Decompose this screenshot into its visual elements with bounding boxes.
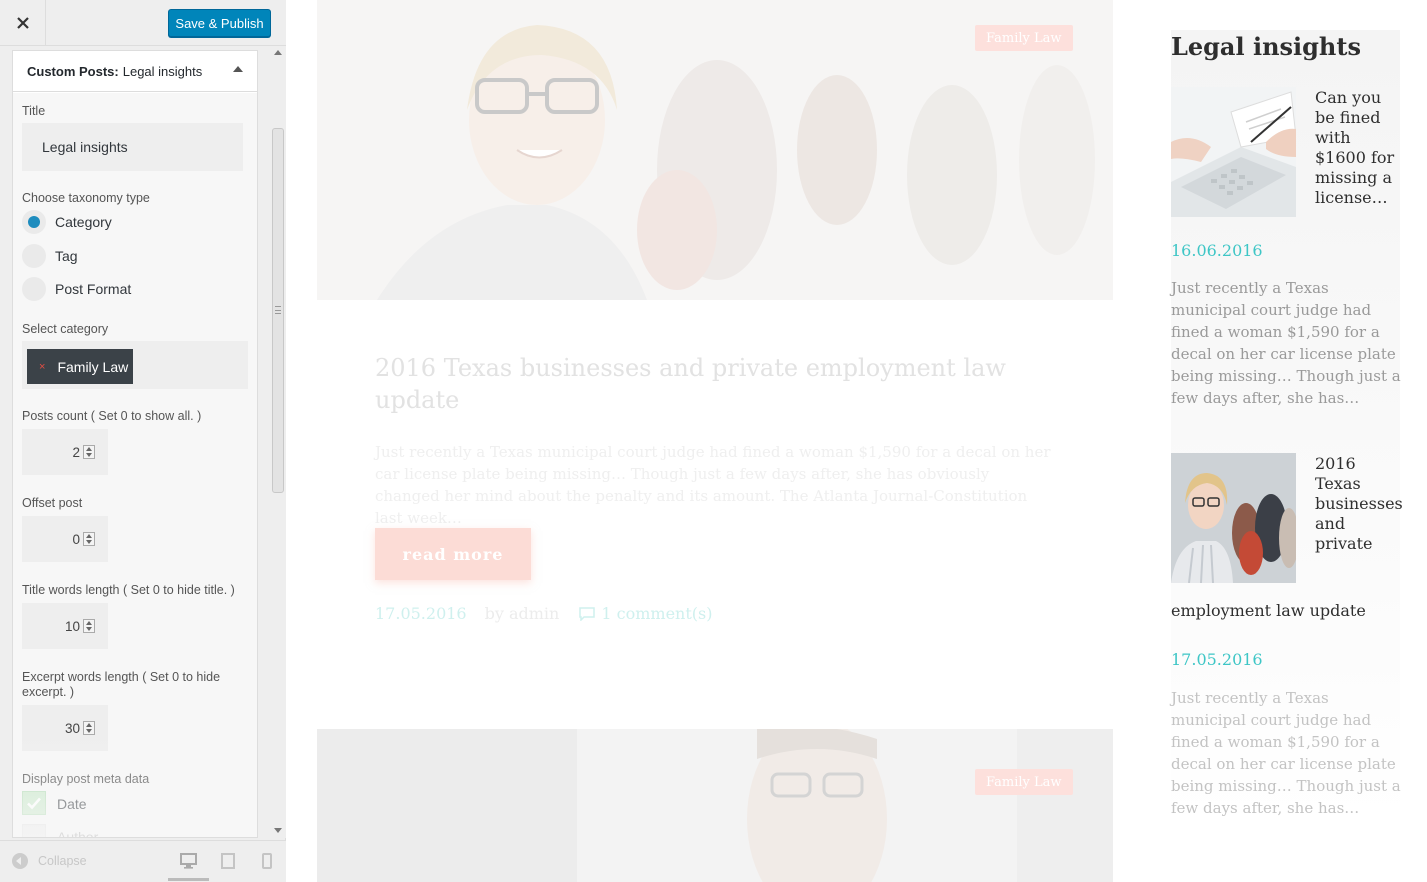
title-words-stepper[interactable] (83, 619, 95, 633)
category-chip: × Family Law (27, 349, 133, 384)
category-chip-label: Family Law (57, 358, 129, 375)
category-label: Select category (22, 322, 109, 336)
collapse-label: Collapse (38, 854, 87, 868)
title-words-input[interactable]: 10 (22, 603, 108, 649)
collapse-panel-icon[interactable] (233, 66, 243, 72)
device-active-indicator (168, 878, 209, 881)
widget-post-2-thumbnail[interactable] (1171, 453, 1296, 583)
taxonomy-label: Choose taxonomy type (22, 191, 150, 205)
scroll-down-icon[interactable] (274, 828, 282, 833)
widget-post-2-title[interactable]: 2016 Texas businesses and private (1315, 454, 1405, 554)
posts-count-stepper[interactable] (83, 445, 95, 459)
save-publish-button[interactable]: Save & Publish (168, 9, 271, 37)
panel-name: Legal insights (122, 63, 203, 79)
collapse-icon (12, 853, 28, 869)
tablet-icon[interactable] (221, 853, 235, 869)
radio-post-format-button[interactable] (22, 277, 46, 301)
date-checkbox-label: Date (57, 796, 87, 812)
widget-post-2-title-continued[interactable]: employment law update (1171, 601, 1366, 620)
excerpt-words-label: Excerpt words length ( Set 0 to hide exc… (22, 670, 221, 699)
author-checkbox[interactable] (22, 824, 46, 837)
radio-category-label: Category (55, 214, 112, 230)
radio-tag[interactable]: Tag (22, 244, 78, 268)
category-badge[interactable]: Family Law (975, 25, 1073, 51)
customizer-footer: Collapse (0, 840, 286, 882)
widget-title: Legal insights (1171, 32, 1361, 61)
excerpt-words-input[interactable]: 30 (22, 705, 108, 751)
close-icon (16, 17, 29, 29)
radio-category-button[interactable] (22, 210, 46, 234)
widget-post-2-date[interactable]: 17.05.2016 (1171, 650, 1263, 669)
offset-stepper[interactable] (83, 532, 95, 546)
widget-post-1-excerpt: Just recently a Texas municipal court ju… (1171, 279, 1401, 407)
read-more-button[interactable]: read more (375, 528, 531, 580)
comment-icon (579, 606, 596, 621)
desktop-icon[interactable] (180, 853, 197, 869)
post-comments-link[interactable]: 1 comment(s) (579, 604, 712, 623)
title-input[interactable]: Legal insights (22, 123, 243, 171)
woman-photo (1171, 453, 1296, 583)
widget-post-2-excerpt: Just recently a Texas municipal court ju… (1171, 689, 1401, 817)
post-date[interactable]: 17.05.2016 (375, 604, 467, 623)
date-checkbox[interactable] (22, 791, 46, 815)
title-words-label: Title words length ( Set 0 to hide title… (22, 583, 235, 597)
widget-post-1-date[interactable]: 16.06.2016 (1171, 241, 1263, 260)
close-button[interactable] (0, 0, 46, 46)
scroll-up-icon[interactable] (274, 50, 282, 55)
meta-label: Display post meta data (22, 772, 150, 786)
offset-label: Offset post (22, 496, 83, 510)
post-featured-image-2: Family Law (317, 729, 1113, 882)
radio-tag-button[interactable] (22, 244, 46, 268)
offset-value: 0 (72, 531, 80, 547)
remove-chip-icon[interactable]: × (39, 361, 45, 373)
author-checkbox-label: Author (57, 829, 99, 838)
post-author[interactable]: by admin (485, 604, 560, 623)
scrollbar-grip-icon (275, 306, 281, 314)
panel-prefix: Custom Posts: (27, 63, 119, 79)
radio-post-format-label: Post Format (55, 281, 132, 297)
offset-input[interactable]: 0 (22, 516, 108, 562)
customizer-sidebar: Save & Publish Custom Posts: Legal insig… (0, 0, 286, 882)
radio-tag-label: Tag (55, 248, 78, 264)
post-title[interactable]: 2016 Texas businesses and private employ… (375, 352, 1055, 416)
title-words-value: 10 (64, 618, 80, 634)
posts-count-input[interactable]: 2 (22, 429, 108, 475)
radio-post-format[interactable]: Post Format (22, 277, 131, 301)
customizer-header: Save & Publish (0, 0, 286, 46)
radio-category[interactable]: Category (22, 210, 112, 234)
panel-body: Title Legal insights Choose taxonomy typ… (13, 93, 257, 838)
panel-header[interactable]: Custom Posts: Legal insights (13, 51, 257, 92)
post-comments-count: 1 comment(s) (601, 604, 713, 623)
mobile-icon[interactable] (262, 853, 272, 869)
title-label: Title (22, 104, 46, 118)
post-featured-image: Family Law (317, 0, 1113, 300)
posts-count-value: 2 (72, 444, 80, 460)
category-badge-2[interactable]: Family Law (975, 769, 1073, 795)
featured-photo-man (317, 729, 1113, 882)
post-excerpt: Just recently a Texas municipal court ju… (375, 443, 1051, 527)
post-meta: 17.05.2016 by admin 1 comment(s) (375, 604, 712, 623)
custom-posts-panel: Custom Posts: Legal insights Title Legal… (12, 50, 258, 838)
excerpt-words-stepper[interactable] (83, 721, 95, 735)
widget-post-1-title[interactable]: Can you be fined with $1600 for missing … (1315, 88, 1405, 208)
widget-post-1-thumbnail[interactable] (1171, 87, 1296, 217)
posts-count-label: Posts count ( Set 0 to show all. ) (22, 409, 202, 423)
collapse-button[interactable]: Collapse (12, 853, 87, 869)
checkmark-icon (27, 797, 41, 810)
calculator-photo (1171, 87, 1296, 217)
excerpt-words-value: 30 (64, 720, 80, 736)
